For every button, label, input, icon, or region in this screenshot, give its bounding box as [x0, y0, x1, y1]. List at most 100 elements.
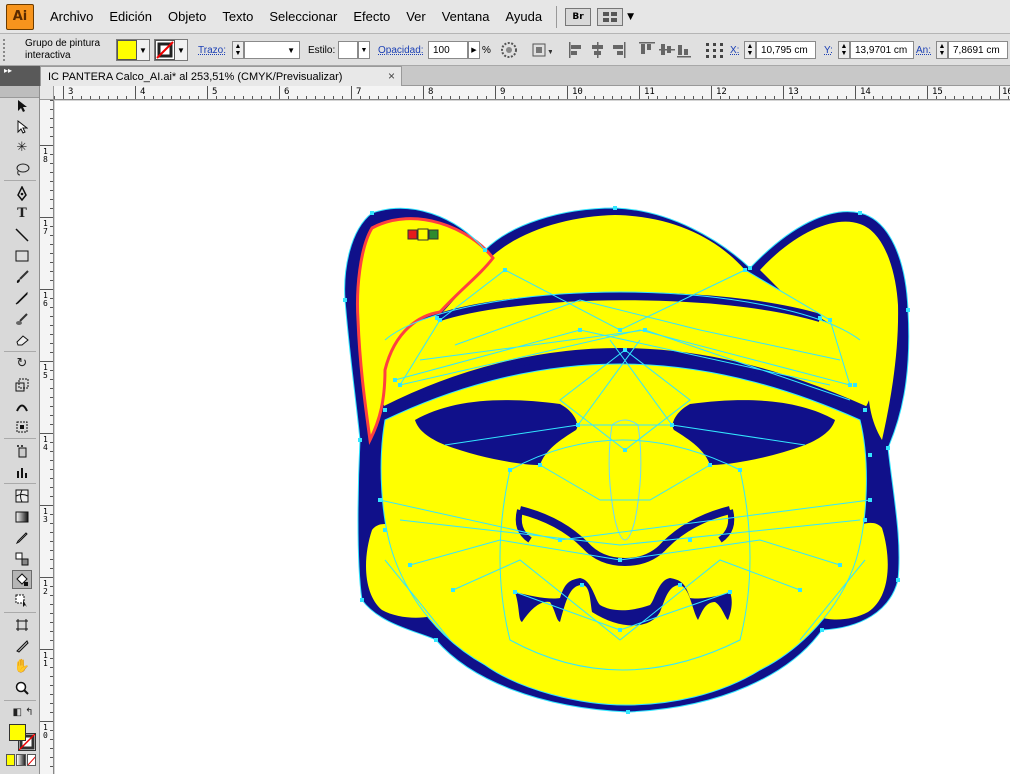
slice-tool-icon[interactable]: [12, 636, 32, 655]
gradient-tool-icon[interactable]: [12, 507, 32, 526]
ruler-label: 12: [43, 579, 48, 596]
artboard-tool-icon[interactable]: [12, 615, 32, 634]
stroke-swatch[interactable]: [155, 40, 175, 60]
scale-tool-icon[interactable]: [12, 375, 32, 394]
live-paint-bucket-tool-icon[interactable]: [12, 570, 32, 589]
stroke-weight-control[interactable]: ▲ ▼ ▼: [232, 34, 300, 66]
menu-texto[interactable]: Texto: [214, 0, 261, 34]
anchor-point: [580, 583, 584, 587]
style-swatch[interactable]: [338, 41, 358, 59]
align-icons: [569, 42, 691, 58]
style-dropdown-icon[interactable]: ▼: [358, 41, 370, 59]
rectangle-tool-icon[interactable]: [12, 246, 32, 265]
eyedropper-tool-icon[interactable]: [12, 528, 32, 547]
recolor-button[interactable]: [500, 34, 518, 66]
y-spinner[interactable]: ▲ ▼: [838, 41, 850, 59]
document-tab-bar: ▸▸ IC PANTERA Calco_AI.ai* al 253,51% (C…: [0, 66, 1010, 86]
ruler-origin[interactable]: [40, 86, 54, 100]
type-tool-icon[interactable]: T: [12, 204, 32, 223]
style-control[interactable]: ▼: [338, 34, 370, 66]
control-bar-grip[interactable]: [3, 39, 11, 61]
warp-tool-icon[interactable]: [12, 396, 32, 415]
fill-stroke-control[interactable]: [9, 724, 37, 752]
stroke-weight-field[interactable]: ▼: [244, 41, 300, 59]
ruler-label: 10: [572, 87, 583, 97]
close-icon[interactable]: ×: [388, 69, 395, 83]
anchor-point: [513, 590, 517, 594]
selection-tool-icon[interactable]: [12, 96, 32, 115]
pencil-tool-icon[interactable]: [12, 288, 32, 307]
blob-brush-tool-icon[interactable]: [12, 309, 32, 328]
ruler-label: 13: [43, 507, 48, 524]
bridge-button[interactable]: Br: [565, 7, 592, 26]
width-field[interactable]: 7,8691 cm: [948, 41, 1008, 59]
gradient-mode-button[interactable]: [16, 754, 26, 766]
transform-reference-button[interactable]: [704, 34, 726, 66]
menu-seleccionar[interactable]: Seleccionar: [261, 0, 345, 34]
y-label[interactable]: Y:: [824, 34, 833, 66]
y-field[interactable]: 13,9701 cm: [850, 41, 914, 59]
mesh-tool-icon[interactable]: [12, 486, 32, 505]
magic-wand-tool-icon[interactable]: ✳: [12, 138, 32, 157]
width-spinner[interactable]: ▲ ▼: [936, 41, 948, 59]
stroke-label[interactable]: Trazo:: [198, 34, 226, 66]
paintbrush-tool-icon[interactable]: [12, 267, 32, 286]
opacity-label[interactable]: Opacidad:: [378, 34, 424, 66]
graph-tool-icon[interactable]: [12, 462, 32, 481]
width-control[interactable]: ▲ ▼ 7,8691 cm: [936, 34, 1008, 66]
ruler-label: 16: [1002, 87, 1010, 97]
menu-ventana[interactable]: Ventana: [434, 0, 498, 34]
vertical-ruler[interactable]: 18 17 16 15 14 13 12 11 10: [40, 100, 54, 774]
no-stroke-icon: [156, 41, 174, 59]
direct-selection-tool-icon[interactable]: [12, 117, 32, 136]
menu-archivo[interactable]: Archivo: [42, 0, 101, 34]
live-paint-selection-tool-icon[interactable]: [12, 591, 32, 610]
rotate-tool-icon[interactable]: ↻: [12, 354, 32, 373]
fill-color-control[interactable]: ▼: [116, 34, 150, 66]
width-label[interactable]: An:: [916, 34, 931, 66]
document-tab[interactable]: IC PANTERA Calco_AI.ai* al 253,51% (CMYK…: [40, 66, 402, 86]
x-field[interactable]: 10,795 cm: [756, 41, 816, 59]
opacity-control[interactable]: 100 ▶: [428, 34, 480, 66]
stroke-weight-spinner[interactable]: ▲ ▼: [232, 41, 244, 59]
horizontal-ruler[interactable]: 3 4 5 6 7 8 9 10 11 12 13 14 15 16: [54, 86, 1010, 100]
document-title: IC PANTERA Calco_AI.ai* al 253,51% (CMYK…: [48, 70, 343, 83]
fill-dropdown-icon[interactable]: ▼: [137, 46, 149, 55]
menu-edicion[interactable]: Edición: [101, 0, 160, 34]
panther-mask-artwork[interactable]: [55, 101, 1010, 774]
free-transform-tool-icon[interactable]: [12, 417, 32, 436]
menu-ayuda[interactable]: Ayuda: [497, 0, 550, 34]
x-control[interactable]: ▲ ▼ 10,795 cm: [744, 34, 816, 66]
none-mode-button[interactable]: [26, 754, 36, 766]
ruler-label: 5: [212, 87, 218, 97]
opacity-arrow-icon[interactable]: ▶: [468, 41, 480, 59]
align-options-button[interactable]: ▼: [530, 34, 552, 66]
opacity-field[interactable]: 100: [428, 41, 468, 59]
stroke-dropdown-icon[interactable]: ▼: [175, 46, 187, 55]
x-label[interactable]: X:: [730, 34, 739, 66]
workspace-switcher-button[interactable]: [597, 7, 624, 26]
stroke-color-control[interactable]: ▼: [154, 34, 188, 66]
symbol-sprayer-tool-icon[interactable]: [12, 441, 32, 460]
artboard-canvas[interactable]: [55, 101, 1010, 774]
pen-tool-icon[interactable]: [12, 184, 32, 203]
lasso-tool-icon[interactable]: [12, 159, 32, 178]
fill-color-box[interactable]: [9, 724, 26, 741]
anchor-point: [383, 408, 387, 412]
color-mode-button[interactable]: [6, 754, 16, 766]
fill-swatch[interactable]: [117, 40, 137, 60]
menu-objeto[interactable]: Objeto: [160, 0, 214, 34]
menu-ver[interactable]: Ver: [398, 0, 434, 34]
menu-efecto[interactable]: Efecto: [345, 0, 398, 34]
panel-collapse-button[interactable]: ▸▸: [0, 66, 40, 86]
blend-tool-icon[interactable]: [12, 549, 32, 568]
x-spinner[interactable]: ▲ ▼: [744, 41, 756, 59]
default-colors-swap-icon[interactable]: ◧ ↰: [8, 703, 38, 722]
eraser-tool-icon[interactable]: [12, 330, 32, 349]
zoom-tool-icon[interactable]: [12, 678, 32, 697]
hand-tool-icon[interactable]: ✋: [12, 657, 32, 676]
y-control[interactable]: ▲ ▼ 13,9701 cm: [838, 34, 914, 66]
workspace-dropdown-icon[interactable]: ▼: [627, 12, 634, 22]
line-tool-icon[interactable]: [12, 225, 32, 244]
anchor-point: [748, 266, 752, 270]
